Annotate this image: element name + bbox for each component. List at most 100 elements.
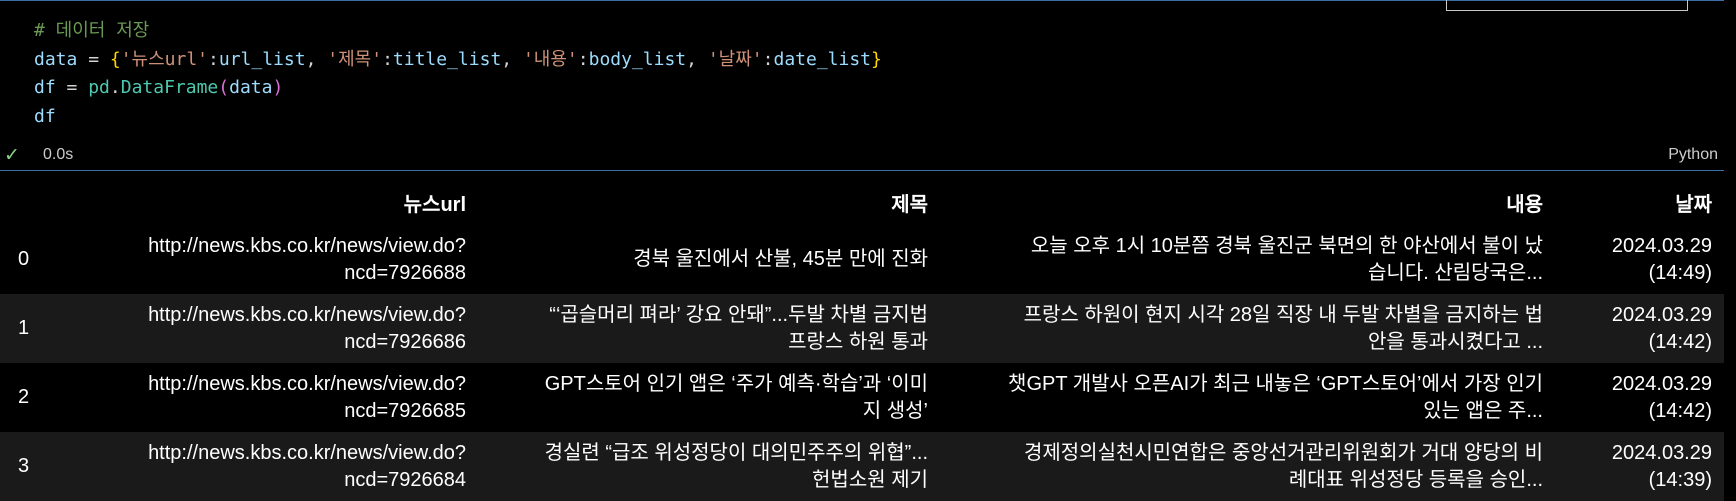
dataframe-table: 뉴스url 제목 내용 날짜 0 http://news.kbs.co.kr/ne… — [0, 185, 1724, 501]
cell-body-text: 오늘 오후 1시 10분쯤 경북 울진군 북면의 한 야산에서 불이 났 — [1030, 234, 1543, 257]
cell-url-text: http://news.kbs.co.kr/news/view.do? — [148, 441, 466, 464]
cell-title-text: “‘곱슬머리 펴라’ 강요 안돼”...두발 차별 금지법 — [549, 303, 928, 326]
table-row: 3 http://news.kbs.co.kr/news/view.do? ncd=… — [0, 432, 1724, 501]
code-token: data — [34, 48, 78, 70]
code-token: body_list — [588, 48, 687, 70]
cell-date: 2024.03.29 (14:39) — [1555, 432, 1724, 501]
cell-title: GPT스토어 인기 앱은 ‘주가 예측·학습’과 ‘이미지 생성’ — [478, 363, 940, 432]
cell-date-text: 2024.03.29 — [1611, 303, 1712, 326]
code-token: url_list — [218, 48, 306, 70]
code-token: = — [77, 48, 110, 70]
table-row: 0 http://news.kbs.co.kr/news/view.do? ncd=… — [0, 225, 1724, 294]
cell-date-text: (14:49) — [1648, 261, 1712, 284]
cell-date-text: (14:42) — [1648, 330, 1712, 353]
cell-date: 2024.03.29 (14:42) — [1555, 294, 1724, 363]
code-token: : — [762, 48, 774, 70]
code-token: ) — [272, 77, 284, 98]
code-token: title_list — [392, 48, 502, 70]
dataframe-output: 뉴스url 제목 내용 날짜 0 http://news.kbs.co.kr/ne… — [0, 185, 1724, 501]
code-line[interactable]: # 데이터 저장 — [34, 17, 882, 46]
row-index-text: 3 — [18, 455, 30, 477]
code-token: : — [208, 48, 219, 70]
code-token: , — [501, 48, 523, 70]
code-token: pd — [88, 77, 110, 98]
cell-date-text: 2024.03.29 — [1611, 234, 1712, 257]
cell-title-text: 프랑스 하원 통과 — [788, 330, 928, 353]
code-token: ( — [218, 77, 230, 98]
cell-date-text: (14:39) — [1648, 468, 1712, 491]
check-icon: ✓ — [4, 144, 20, 166]
row-index: 0 — [0, 225, 96, 294]
code-token: df — [34, 77, 56, 98]
cell-body: 경제정의실천시민연합은 중앙선거관리위원회가 거대 양당의 비례대표 위성정당 … — [940, 432, 1555, 501]
execution-time: 0.0s — [43, 146, 74, 163]
cell-body-text: 있는 앱은 주... — [1423, 399, 1543, 422]
code-line[interactable]: df = pd.DataFrame(data) — [34, 74, 882, 103]
cell-title: 경북 울진에서 산불, 45분 만에 진화 — [478, 225, 940, 294]
language-label[interactable]: Python — [1668, 146, 1718, 164]
cell-url-text: ncd=7926688 — [344, 261, 466, 284]
cell-body: 오늘 오후 1시 10분쯤 경북 울진군 북면의 한 야산에서 불이 났습니다.… — [940, 225, 1555, 294]
table-row: 1 http://news.kbs.co.kr/news/view.do? ncd=… — [0, 294, 1724, 363]
code-token: '내용' — [522, 48, 578, 70]
code-token: df — [34, 105, 56, 127]
code-token: = — [55, 77, 89, 98]
table-row: 2 http://news.kbs.co.kr/news/view.do? ncd=… — [0, 363, 1724, 432]
cell-date-text: 2024.03.29 — [1611, 372, 1712, 395]
code-token: # 데이터 저장 — [34, 20, 150, 41]
header-date: 날짜 — [1675, 193, 1712, 216]
header-url: 뉴스url — [403, 193, 466, 216]
cell-title: 경실련 “급조 위성정당이 대의민주주의 위협”... 헌법소원 제기 — [478, 432, 940, 501]
code-token: '뉴스url' — [120, 48, 209, 70]
cell-body: 챗GPT 개발사 오픈AI가 최근 내놓은 ‘GPT스토어’에서 가장 인기있는… — [940, 363, 1555, 432]
table-header-row: 뉴스url 제목 내용 날짜 — [0, 185, 1724, 225]
cell-url-text: http://news.kbs.co.kr/news/view.do? — [148, 303, 466, 326]
code-token: { — [109, 48, 121, 70]
cell-title-text: 경실련 “급조 위성정당이 대의민주주의 위협”... — [544, 441, 928, 464]
cell-title-text: GPT스토어 인기 앱은 ‘주가 예측·학습’과 ‘이미 — [544, 372, 928, 395]
code-token: , — [305, 48, 328, 70]
code-token: . — [109, 77, 121, 98]
cell-url: http://news.kbs.co.kr/news/view.do? ncd=7… — [96, 294, 478, 363]
row-index-text: 1 — [18, 317, 30, 339]
code-token: '제목' — [327, 48, 383, 70]
cell-url-text: ncd=7926684 — [344, 468, 466, 491]
cell-body-text: 챗GPT 개발사 오픈AI가 최근 내놓은 ‘GPT스토어’에서 가장 인기 — [1008, 372, 1543, 395]
cell-title-text: 헌법소원 제기 — [812, 468, 928, 491]
code-editor[interactable]: # 데이터 저장 data = {'뉴스url':url_list, '제목':t… — [34, 17, 882, 131]
header-body: 내용 — [1506, 193, 1543, 216]
cell-title-text: 지 생성’ — [862, 399, 928, 422]
cell-body-text: 안을 통과시켰다고 ... — [1368, 330, 1543, 353]
cell-date-text: 2024.03.29 — [1611, 441, 1712, 464]
cell-url-text: http://news.kbs.co.kr/news/view.do? — [148, 372, 466, 395]
cell-date-text: (14:42) — [1648, 399, 1712, 422]
cell-date: 2024.03.29 (14:42) — [1555, 363, 1724, 432]
code-token: '날짜' — [707, 48, 763, 70]
cell-toolbar[interactable] — [1446, 0, 1688, 11]
cell-url-text: ncd=7926685 — [344, 399, 466, 422]
cell-url: http://news.kbs.co.kr/news/view.do? ncd=7… — [96, 432, 478, 501]
code-token: , — [686, 48, 708, 70]
code-token: : — [382, 48, 393, 70]
row-index: 1 — [0, 294, 96, 363]
cell-body-text: 습니다. 산림당국은... — [1368, 261, 1543, 284]
cell-body-text: 례대표 위성정당 등록을 승인... — [1288, 468, 1543, 491]
cell-body-text: 프랑스 하원이 현지 시각 28일 직장 내 두발 차별을 금지하는 법 — [1023, 303, 1543, 326]
cell-body-text: 경제정의실천시민연합은 중앙선거관리위원회가 거대 양당의 비 — [1023, 441, 1543, 464]
code-token: DataFrame — [120, 77, 219, 98]
header-title: 제목 — [891, 193, 928, 216]
row-index: 3 — [0, 432, 96, 501]
cell-url: http://news.kbs.co.kr/news/view.do? ncd=7… — [96, 225, 478, 294]
code-line[interactable]: df — [34, 103, 882, 132]
code-cell[interactable]: # 데이터 저장 data = {'뉴스url':url_list, '제목':t… — [0, 0, 1724, 171]
code-token: date_list — [773, 48, 872, 70]
cell-body: 프랑스 하원이 현지 시각 28일 직장 내 두발 차별을 금지하는 법안을 통… — [940, 294, 1555, 363]
code-token: data — [229, 77, 273, 98]
code-token: : — [577, 48, 589, 70]
code-line[interactable]: data = {'뉴스url':url_list, '제목':title_lis… — [34, 46, 882, 75]
row-index-text: 2 — [18, 386, 30, 408]
header-index — [0, 185, 96, 225]
cell-url: http://news.kbs.co.kr/news/view.do? ncd=7… — [96, 363, 478, 432]
row-index: 2 — [0, 363, 96, 432]
cell-title: “‘곱슬머리 펴라’ 강요 안돼”...두발 차별 금지법프랑스 하원 통과 — [478, 294, 940, 363]
